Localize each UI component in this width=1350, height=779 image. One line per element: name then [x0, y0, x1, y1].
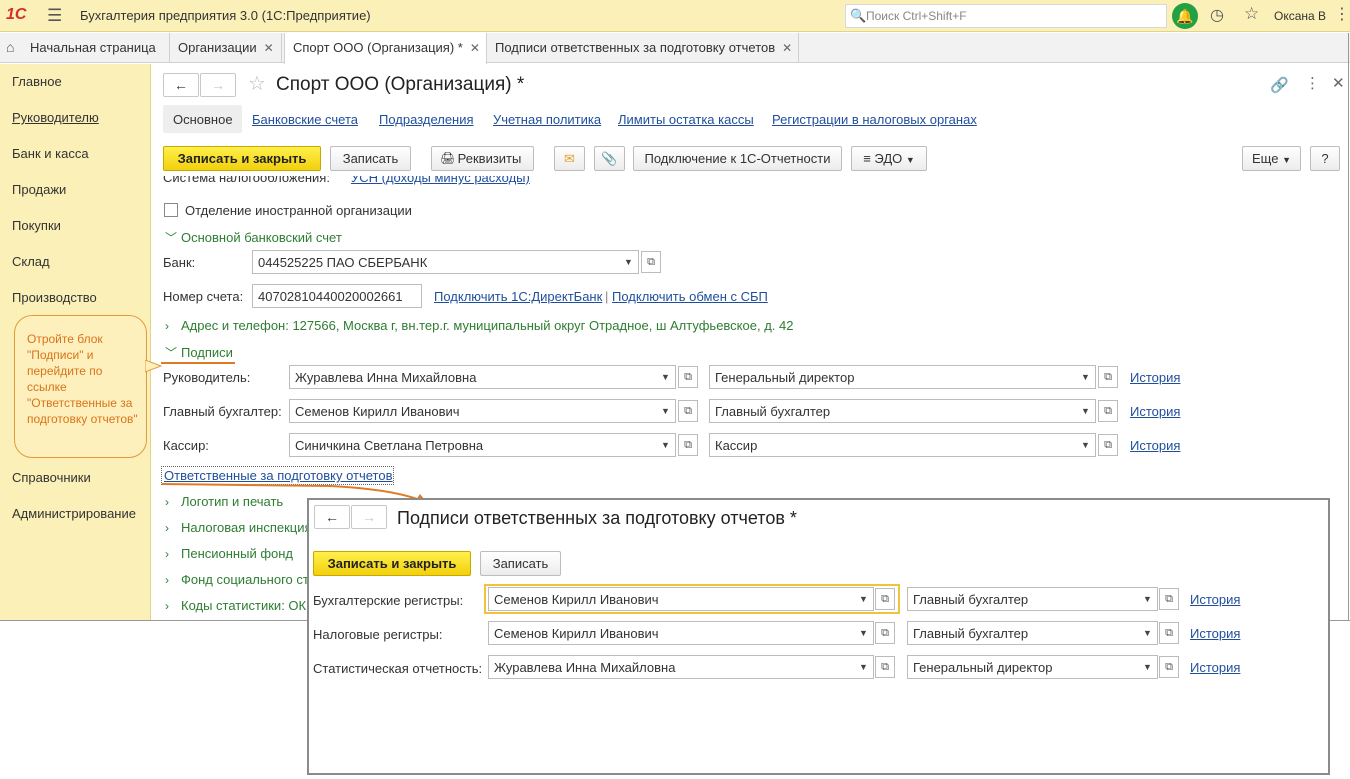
position-dropdown[interactable]: ▼	[1138, 587, 1158, 611]
popup-row-label: Налоговые регистры:	[313, 627, 443, 642]
open-icon[interactable]: ⧉	[875, 622, 895, 644]
open-icon[interactable]: ⧉	[1159, 588, 1179, 610]
popup-save-button[interactable]: Записать	[480, 551, 561, 576]
open-icon[interactable]: ⧉	[1159, 622, 1179, 644]
popup-back-button[interactable]: ←	[314, 505, 350, 529]
callout-pointer	[145, 360, 163, 373]
history-link[interactable]: История	[1190, 626, 1240, 641]
signatures-popup: ← → Подписи ответственных за подготовку …	[307, 498, 1330, 775]
popup-position-field[interactable]: Главный бухгалтер	[907, 621, 1139, 645]
position-dropdown[interactable]: ▼	[1138, 621, 1158, 645]
person-dropdown[interactable]: ▼	[854, 621, 874, 645]
popup-title: Подписи ответственных за подготовку отче…	[397, 508, 797, 528]
person-dropdown[interactable]: ▼	[854, 587, 874, 611]
popup-position-field[interactable]: Главный бухгалтер	[907, 587, 1139, 611]
popup-person-field[interactable]: Семенов Кирилл Иванович	[488, 587, 855, 611]
open-icon[interactable]: ⧉	[875, 588, 895, 610]
history-link[interactable]: История	[1190, 660, 1240, 675]
open-icon[interactable]: ⧉	[1159, 656, 1179, 678]
popup-row-label: Статистическая отчетность:	[313, 661, 483, 676]
popup-position-field[interactable]: Генеральный директор	[907, 655, 1139, 679]
popup-forward-button[interactable]: →	[351, 505, 387, 529]
popup-person-field[interactable]: Семенов Кирилл Иванович	[488, 621, 855, 645]
popup-row-label: Бухгалтерские регистры:	[313, 593, 464, 608]
open-icon[interactable]: ⧉	[875, 656, 895, 678]
popup-save-close-button[interactable]: Записать и закрыть	[313, 551, 471, 576]
callout-text: Отройте блок "Подписи" и перейдите по сс…	[27, 332, 138, 426]
instruction-callout: Отройте блок "Подписи" и перейдите по сс…	[14, 315, 147, 458]
person-dropdown[interactable]: ▼	[854, 655, 874, 679]
position-dropdown[interactable]: ▼	[1138, 655, 1158, 679]
history-link[interactable]: История	[1190, 592, 1240, 607]
popup-person-field[interactable]: Журавлева Инна Михайловна	[488, 655, 855, 679]
